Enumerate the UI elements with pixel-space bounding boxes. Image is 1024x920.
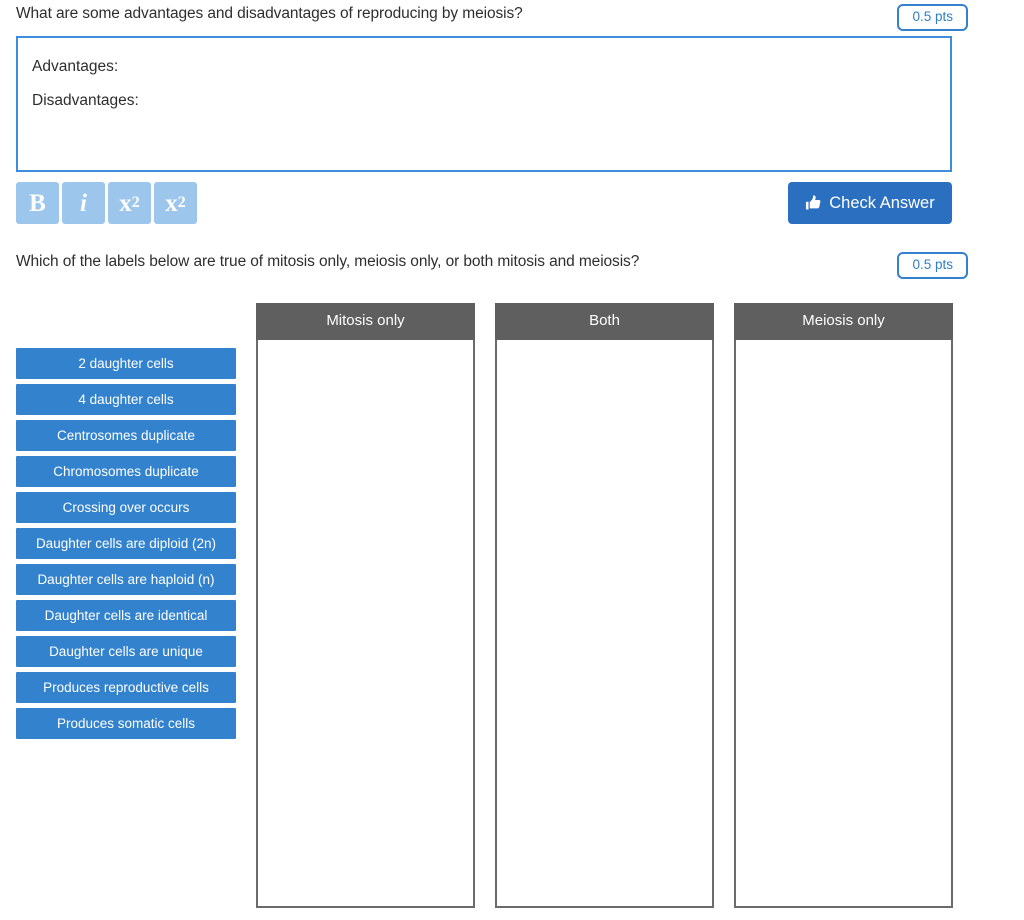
thumbs-up-icon	[805, 194, 822, 212]
question-row-mitosis-meiosis-sort: Which of the labels below are true of mi…	[0, 252, 1024, 279]
superscript-script: 2	[177, 194, 186, 211]
superscript-button[interactable]: x2	[154, 182, 197, 224]
subscript-base: x	[119, 189, 132, 217]
drop-column-header: Meiosis only	[734, 303, 953, 340]
superscript-base: x	[165, 189, 178, 217]
drag-label[interactable]: Daughter cells are identical	[16, 600, 236, 631]
drag-label[interactable]: 2 daughter cells	[16, 348, 236, 379]
question-row-meiosis-essay: What are some advantages and disadvantag…	[0, 4, 1024, 31]
drag-label[interactable]: Daughter cells are unique	[16, 636, 236, 667]
check-answer-button[interactable]: Check Answer	[788, 182, 952, 224]
question-text: Which of the labels below are true of mi…	[16, 253, 640, 270]
drop-column-meiosis-only: Meiosis only	[734, 303, 953, 908]
drag-label[interactable]: Produces somatic cells	[16, 708, 236, 739]
drag-label[interactable]: Produces reproductive cells	[16, 672, 236, 703]
points-badge: 0.5 pts	[897, 4, 968, 31]
subscript-button[interactable]: x2	[108, 182, 151, 224]
drag-label[interactable]: Daughter cells are diploid (2n)	[16, 528, 236, 559]
label-bank: 2 daughter cells 4 daughter cells Centro…	[16, 348, 236, 739]
format-toolbar: B i x2 x2	[16, 182, 197, 224]
points-badge: 0.5 pts	[897, 252, 968, 279]
drag-label[interactable]: Crossing over occurs	[16, 492, 236, 523]
drop-zone[interactable]	[495, 340, 714, 908]
question-text: What are some advantages and disadvantag…	[16, 5, 523, 22]
drop-column-both: Both	[495, 303, 714, 908]
drop-column-header: Both	[495, 303, 714, 340]
drag-label[interactable]: Chromosomes duplicate	[16, 456, 236, 487]
drop-column-header: Mitosis only	[256, 303, 475, 340]
check-answer-label: Check Answer	[829, 193, 935, 212]
drop-column-mitosis-only: Mitosis only	[256, 303, 475, 908]
answer-textarea[interactable]	[16, 36, 952, 172]
italic-button[interactable]: i	[62, 182, 105, 224]
drop-zone[interactable]	[256, 340, 475, 908]
drag-label[interactable]: Centrosomes duplicate	[16, 420, 236, 451]
subscript-script: 2	[131, 194, 140, 211]
bold-button[interactable]: B	[16, 182, 59, 224]
drag-label[interactable]: 4 daughter cells	[16, 384, 236, 415]
drag-label[interactable]: Daughter cells are haploid (n)	[16, 564, 236, 595]
drop-zone[interactable]	[734, 340, 953, 908]
